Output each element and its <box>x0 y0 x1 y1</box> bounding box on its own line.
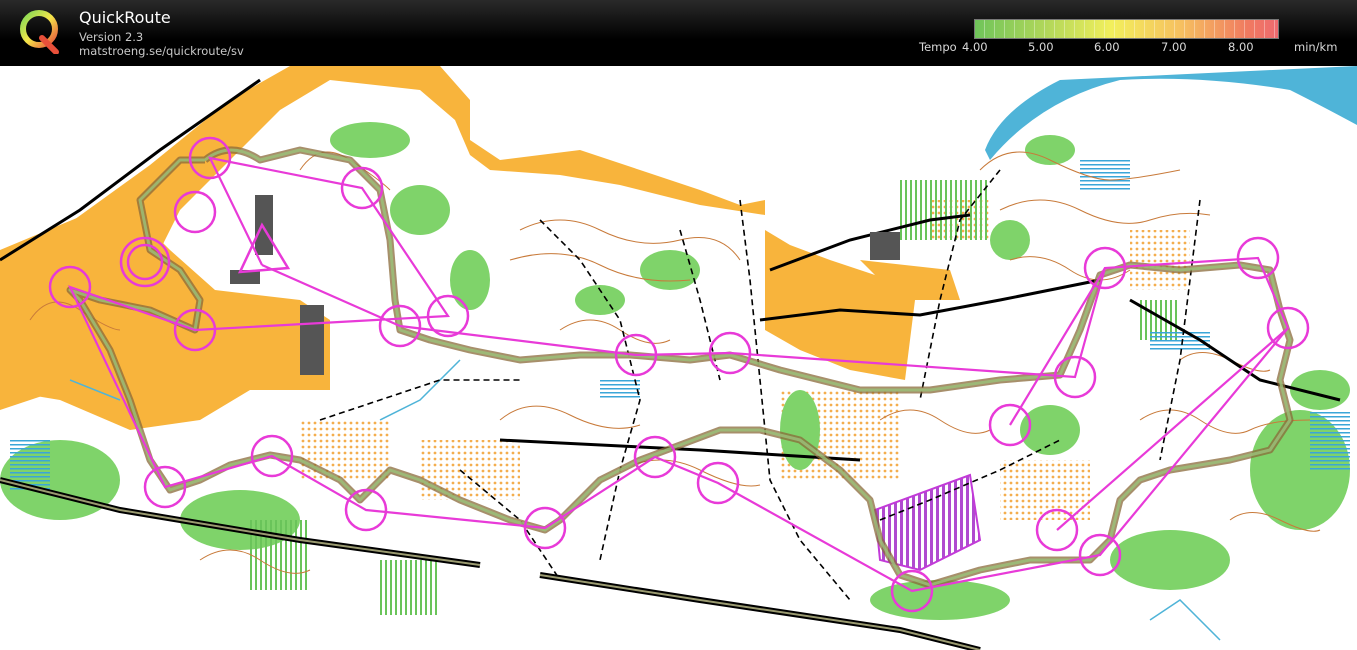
app-version: Version 2.3 <box>79 30 144 44</box>
tempo-tick-5: 5.00 <box>1028 40 1054 54</box>
app-title: QuickRoute <box>79 8 171 27</box>
tempo-tick-6: 6.00 <box>1094 40 1120 54</box>
tempo-tick-8: 8.00 <box>1228 40 1254 54</box>
tempo-color-scale <box>974 19 1279 39</box>
app-url[interactable]: matstroeng.se/quickroute/sv <box>79 44 244 58</box>
tempo-unit: min/km <box>1294 40 1338 54</box>
map-edge-blank <box>0 615 530 650</box>
tempo-label: Tempo <box>919 40 957 54</box>
header-bar: QuickRoute Version 2.3 matstroeng.se/qui… <box>0 0 1357 66</box>
tempo-tick-7: 7.00 <box>1161 40 1187 54</box>
orienteering-map[interactable] <box>0 66 1357 650</box>
tempo-tick-4: 4.00 <box>962 40 988 54</box>
quickroute-logo-icon <box>20 10 59 54</box>
